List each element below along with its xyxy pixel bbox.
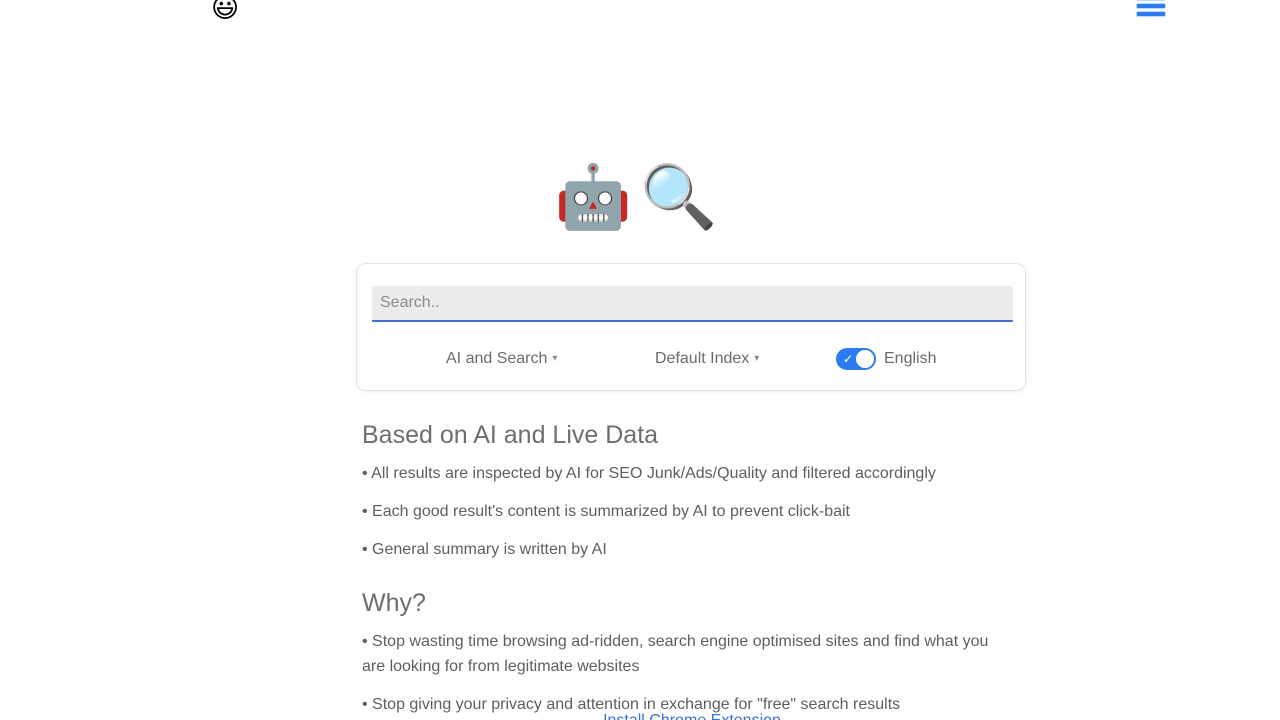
chevron-down-icon: ▾ (754, 353, 760, 364)
list-item: • All results are inspected by AI for SE… (362, 465, 936, 482)
hamburger-bar (1137, 4, 1165, 8)
check-icon: ✓ (843, 352, 854, 366)
list-item: • Each good result's content is summariz… (362, 503, 850, 520)
search-field-wrapper (372, 286, 1013, 324)
chevron-down-icon: ▾ (552, 353, 558, 364)
list-item: • Stop wasting time browsing ad-ridden, … (362, 633, 989, 675)
search-controls: AI and Search ▾ Default Index ▾ ✓ English (357, 342, 1027, 376)
magnifying-glass-icon: 🔍 (640, 163, 726, 232)
page-root: 😃 🤖🔍 AI and Search ▾ Default Index ▾ ✓ (0, 0, 1280, 720)
search-mode-dropdown[interactable]: AI and Search ▾ (446, 350, 557, 368)
install-chrome-extension-link[interactable]: Install Chrome Extension (362, 712, 1022, 720)
search-mode-label: AI and Search (446, 350, 548, 367)
search-index-dropdown[interactable]: Default Index ▾ (655, 350, 759, 368)
hamburger-menu-icon[interactable] (1137, 0, 1165, 18)
list-item: • General summary is written by AI (362, 541, 607, 558)
smiley-face-icon[interactable]: 😃 (211, 0, 239, 22)
search-index-label: Default Index (655, 350, 750, 367)
search-card: AI and Search ▾ Default Index ▾ ✓ English (356, 263, 1026, 391)
language-toggle[interactable]: ✓ (836, 348, 876, 370)
site-logo: 🤖🔍 (0, 160, 1280, 236)
section-title-why: Why? (362, 589, 426, 617)
hamburger-bar (1137, 12, 1165, 16)
top-bar: 😃 (0, 0, 1280, 28)
toggle-knob (856, 350, 874, 368)
search-input[interactable] (372, 286, 1013, 322)
language-label: English (884, 350, 937, 367)
section-title-ai-live-data: Based on AI and Live Data (362, 421, 659, 449)
content-area: Based on AI and Live Data • All results … (362, 418, 1022, 720)
robot-icon: 🤖 (554, 163, 640, 232)
language-toggle-group: ✓ English (836, 348, 936, 370)
